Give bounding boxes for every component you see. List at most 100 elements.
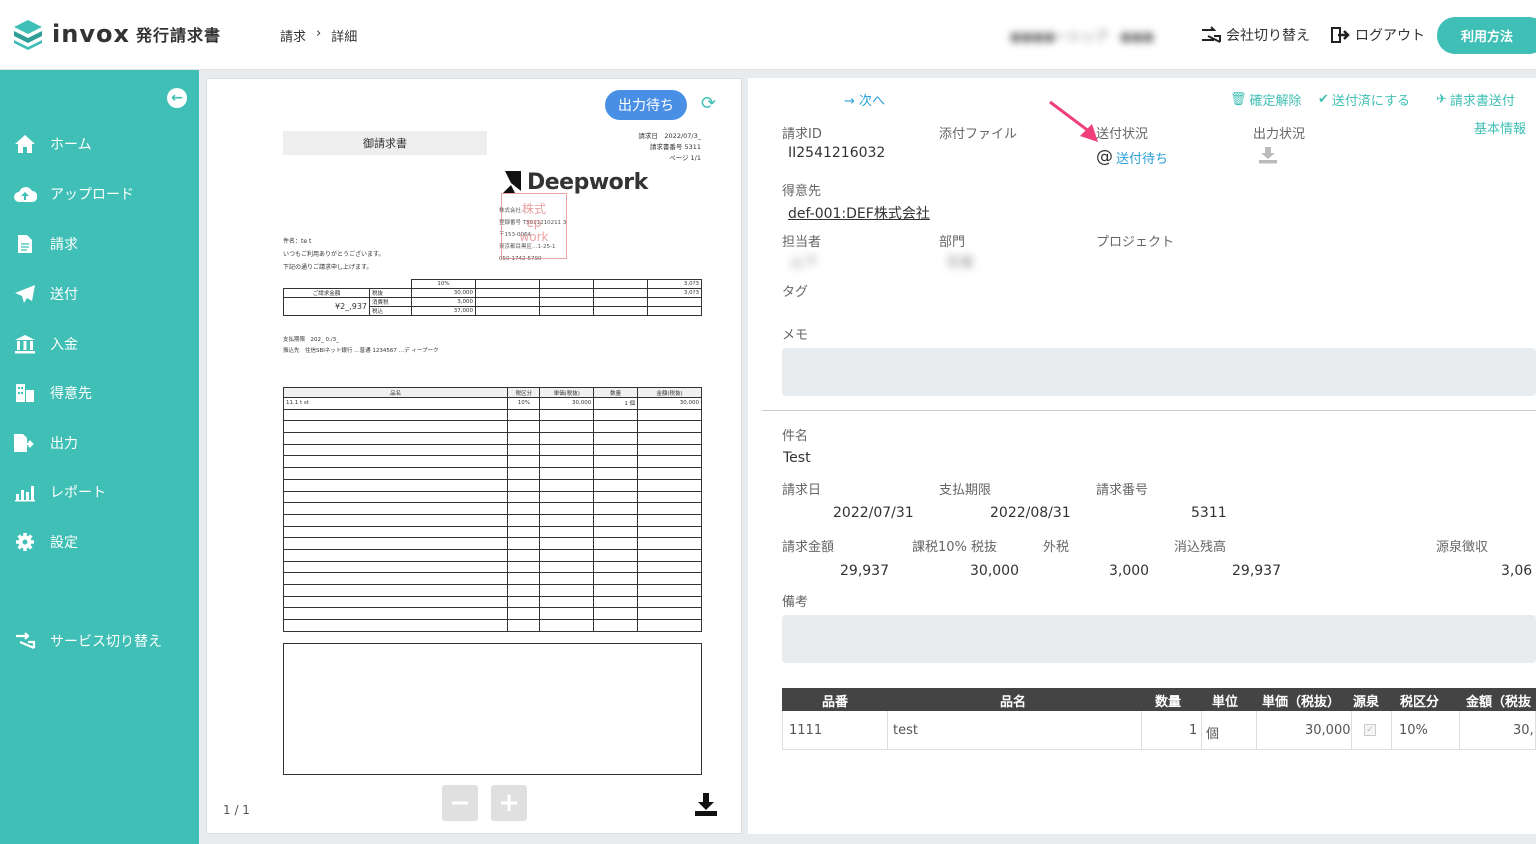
output-status-label: 出力状況 (1253, 127, 1306, 142)
doc-item-cell (593, 560, 639, 574)
small-row-label: 消費税 (369, 297, 412, 307)
due-date-value: 2022/08/31 (990, 505, 1071, 521)
doc-item-cell (282, 560, 509, 574)
items-header-cell: 数量 (1155, 695, 1182, 710)
amount-value: 29,937 (840, 563, 889, 579)
at-sign-icon: @ (1096, 147, 1113, 167)
summary-table: 10% 3,0?3 ご請求金額 税抜 30,000 3,0?3 ¥2_,937 消費税 3,… (283, 279, 702, 316)
switch-company-link[interactable]: 会社切り替え (1200, 25, 1310, 45)
doc-item-cell (539, 443, 595, 457)
invoice-number-value: 5311 (1191, 505, 1227, 521)
doc-item-cell (507, 513, 541, 527)
cell-divider (1141, 711, 1142, 749)
item-code-cell: 1111 (789, 723, 823, 738)
doc-item-cell: 30,000 (539, 397, 595, 410)
doc-item-cell (507, 478, 541, 492)
send-status-text: 送付待ち (1116, 151, 1169, 167)
invoice-detail-panel: → 次へ 🗑 確定解除 ✔ 送付済にする ✈ 請求書送付 基本情報 請求ID II25… (748, 78, 1536, 834)
doc-item-empty-row (282, 455, 702, 469)
doc-item-cell (539, 408, 595, 422)
next-link[interactable]: → 次へ (844, 90, 885, 109)
sidebar-item-upload[interactable]: アップロード (0, 174, 199, 214)
logo[interactable]: invox 発行請求書 (12, 18, 221, 50)
doc-item-cell (282, 584, 509, 597)
doc-item-cell (593, 467, 639, 480)
customer-label: 得意先 (782, 184, 822, 199)
invoice-id-label: 請求ID (782, 127, 822, 142)
doc-item-cell (539, 607, 595, 621)
invoice-document: 御請求書 請求日 2022/07/3_ 請求書番号 5311 ページ 1/1 D… (282, 131, 703, 781)
doc-item-cell (593, 572, 639, 585)
sidebar-item-send[interactable]: 送付 (0, 274, 199, 314)
withholding-label: 源泉徴収 (1436, 540, 1489, 555)
app-header: invox 発行請求書 請求 › 詳細 ●●●●ーシップ ●●● 会社切り替え … (0, 0, 1536, 70)
action-label: 送付済にする (1331, 94, 1411, 109)
doc-item-cell (637, 607, 702, 621)
doc-item-cell (539, 572, 595, 585)
sidebar-item-label: 得意先 (50, 386, 92, 402)
gear-icon (12, 531, 38, 553)
sidebar-item-output[interactable]: 出力 (0, 423, 199, 463)
logout-label: ログアウト (1355, 28, 1425, 44)
send-status-value[interactable]: @ 送付待ち (1096, 147, 1168, 167)
doc-items-header: 金額(税抜) (637, 387, 702, 398)
tax-rate-cell: 10% (411, 279, 476, 289)
sidebar-item-service-switch[interactable]: サービス切り替え (0, 621, 199, 661)
greeting-line: 下記の通りご請求申し上げます。 (283, 264, 373, 271)
doc-item-cell (593, 537, 639, 550)
sidebar-item-customer[interactable]: 得意先 (0, 373, 199, 413)
switch-arrows-icon (1202, 26, 1221, 43)
doc-item-cell (637, 572, 702, 585)
unconfirm-button[interactable]: 🗑 確定解除 (1230, 90, 1302, 109)
help-button[interactable]: 利用方法 (1437, 17, 1536, 54)
doc-item-cell (282, 525, 509, 539)
logout-link[interactable]: ログアウト (1331, 25, 1425, 45)
zoom-in-button[interactable]: + (491, 785, 527, 821)
withholding-cell: 3,0?3 (647, 288, 702, 298)
sign-out-icon (1331, 27, 1350, 43)
doc-item-cell (282, 443, 509, 457)
send-invoice-button[interactable]: ✈ 請求書送付 (1436, 90, 1515, 109)
sidebar-item-report[interactable]: レポート (0, 472, 199, 512)
action-label: 確定解除 (1249, 94, 1302, 109)
sidebar: ← ホーム アップロード 請求 送付 入金 得意先 出力 レポート 設定 サービ… (0, 70, 199, 844)
mark-sent-button[interactable]: ✔ 送付済にする (1318, 90, 1410, 109)
zoom-out-button[interactable]: − (442, 785, 478, 821)
doc-item-cell (282, 595, 509, 609)
breadcrumb-item-invoice[interactable]: 請求 (280, 26, 306, 45)
withholding-checkbox[interactable]: ✓ (1364, 724, 1376, 736)
doc-item-cell (637, 548, 702, 562)
remarks-field[interactable] (782, 615, 1536, 663)
breadcrumb-item-detail: 詳細 (331, 30, 358, 45)
doc-item-cell (593, 408, 639, 422)
doc-item-cell (593, 513, 639, 527)
customer-link[interactable]: def-001:DEF株式会社 (788, 203, 930, 223)
sidebar-item-label: ホーム (50, 137, 92, 153)
collapse-arrow-icon[interactable]: ← (167, 88, 187, 108)
items-header-cell: 源泉 (1353, 695, 1380, 710)
memo-field[interactable] (782, 348, 1536, 396)
chevron-right-icon: › (316, 26, 322, 41)
items-header-cell: 単位 (1212, 695, 1239, 710)
doc-item-cell (507, 560, 541, 574)
download-icon[interactable] (1258, 146, 1278, 164)
tab-basic-info[interactable]: 基本情報 (1474, 118, 1526, 137)
doc-item-cell (539, 455, 595, 469)
cell-divider (1391, 711, 1392, 749)
home-icon (12, 133, 38, 155)
doc-item-cell (637, 420, 702, 434)
sidebar-item-label: レポート (50, 485, 106, 501)
doc-item-cell (539, 432, 595, 445)
table-row[interactable]: 1111 test 1 個 30,000 ✓ 10% 30, (782, 711, 1536, 750)
sidebar-item-payment[interactable]: 入金 (0, 324, 199, 364)
refresh-icon[interactable]: ⟳ (701, 93, 716, 114)
sidebar-item-settings[interactable]: 設定 (0, 522, 199, 562)
sidebar-item-home[interactable]: ホーム (0, 124, 199, 164)
doc-item-cell (539, 502, 595, 515)
items-header-cell: 品名 (1000, 695, 1027, 710)
sidebar-item-invoice[interactable]: 請求 (0, 224, 199, 264)
doc-item-cell (539, 420, 595, 434)
doc-item-cell: 30,000 (637, 397, 702, 410)
download-icon[interactable] (693, 791, 719, 817)
doc-item-cell (507, 420, 541, 434)
